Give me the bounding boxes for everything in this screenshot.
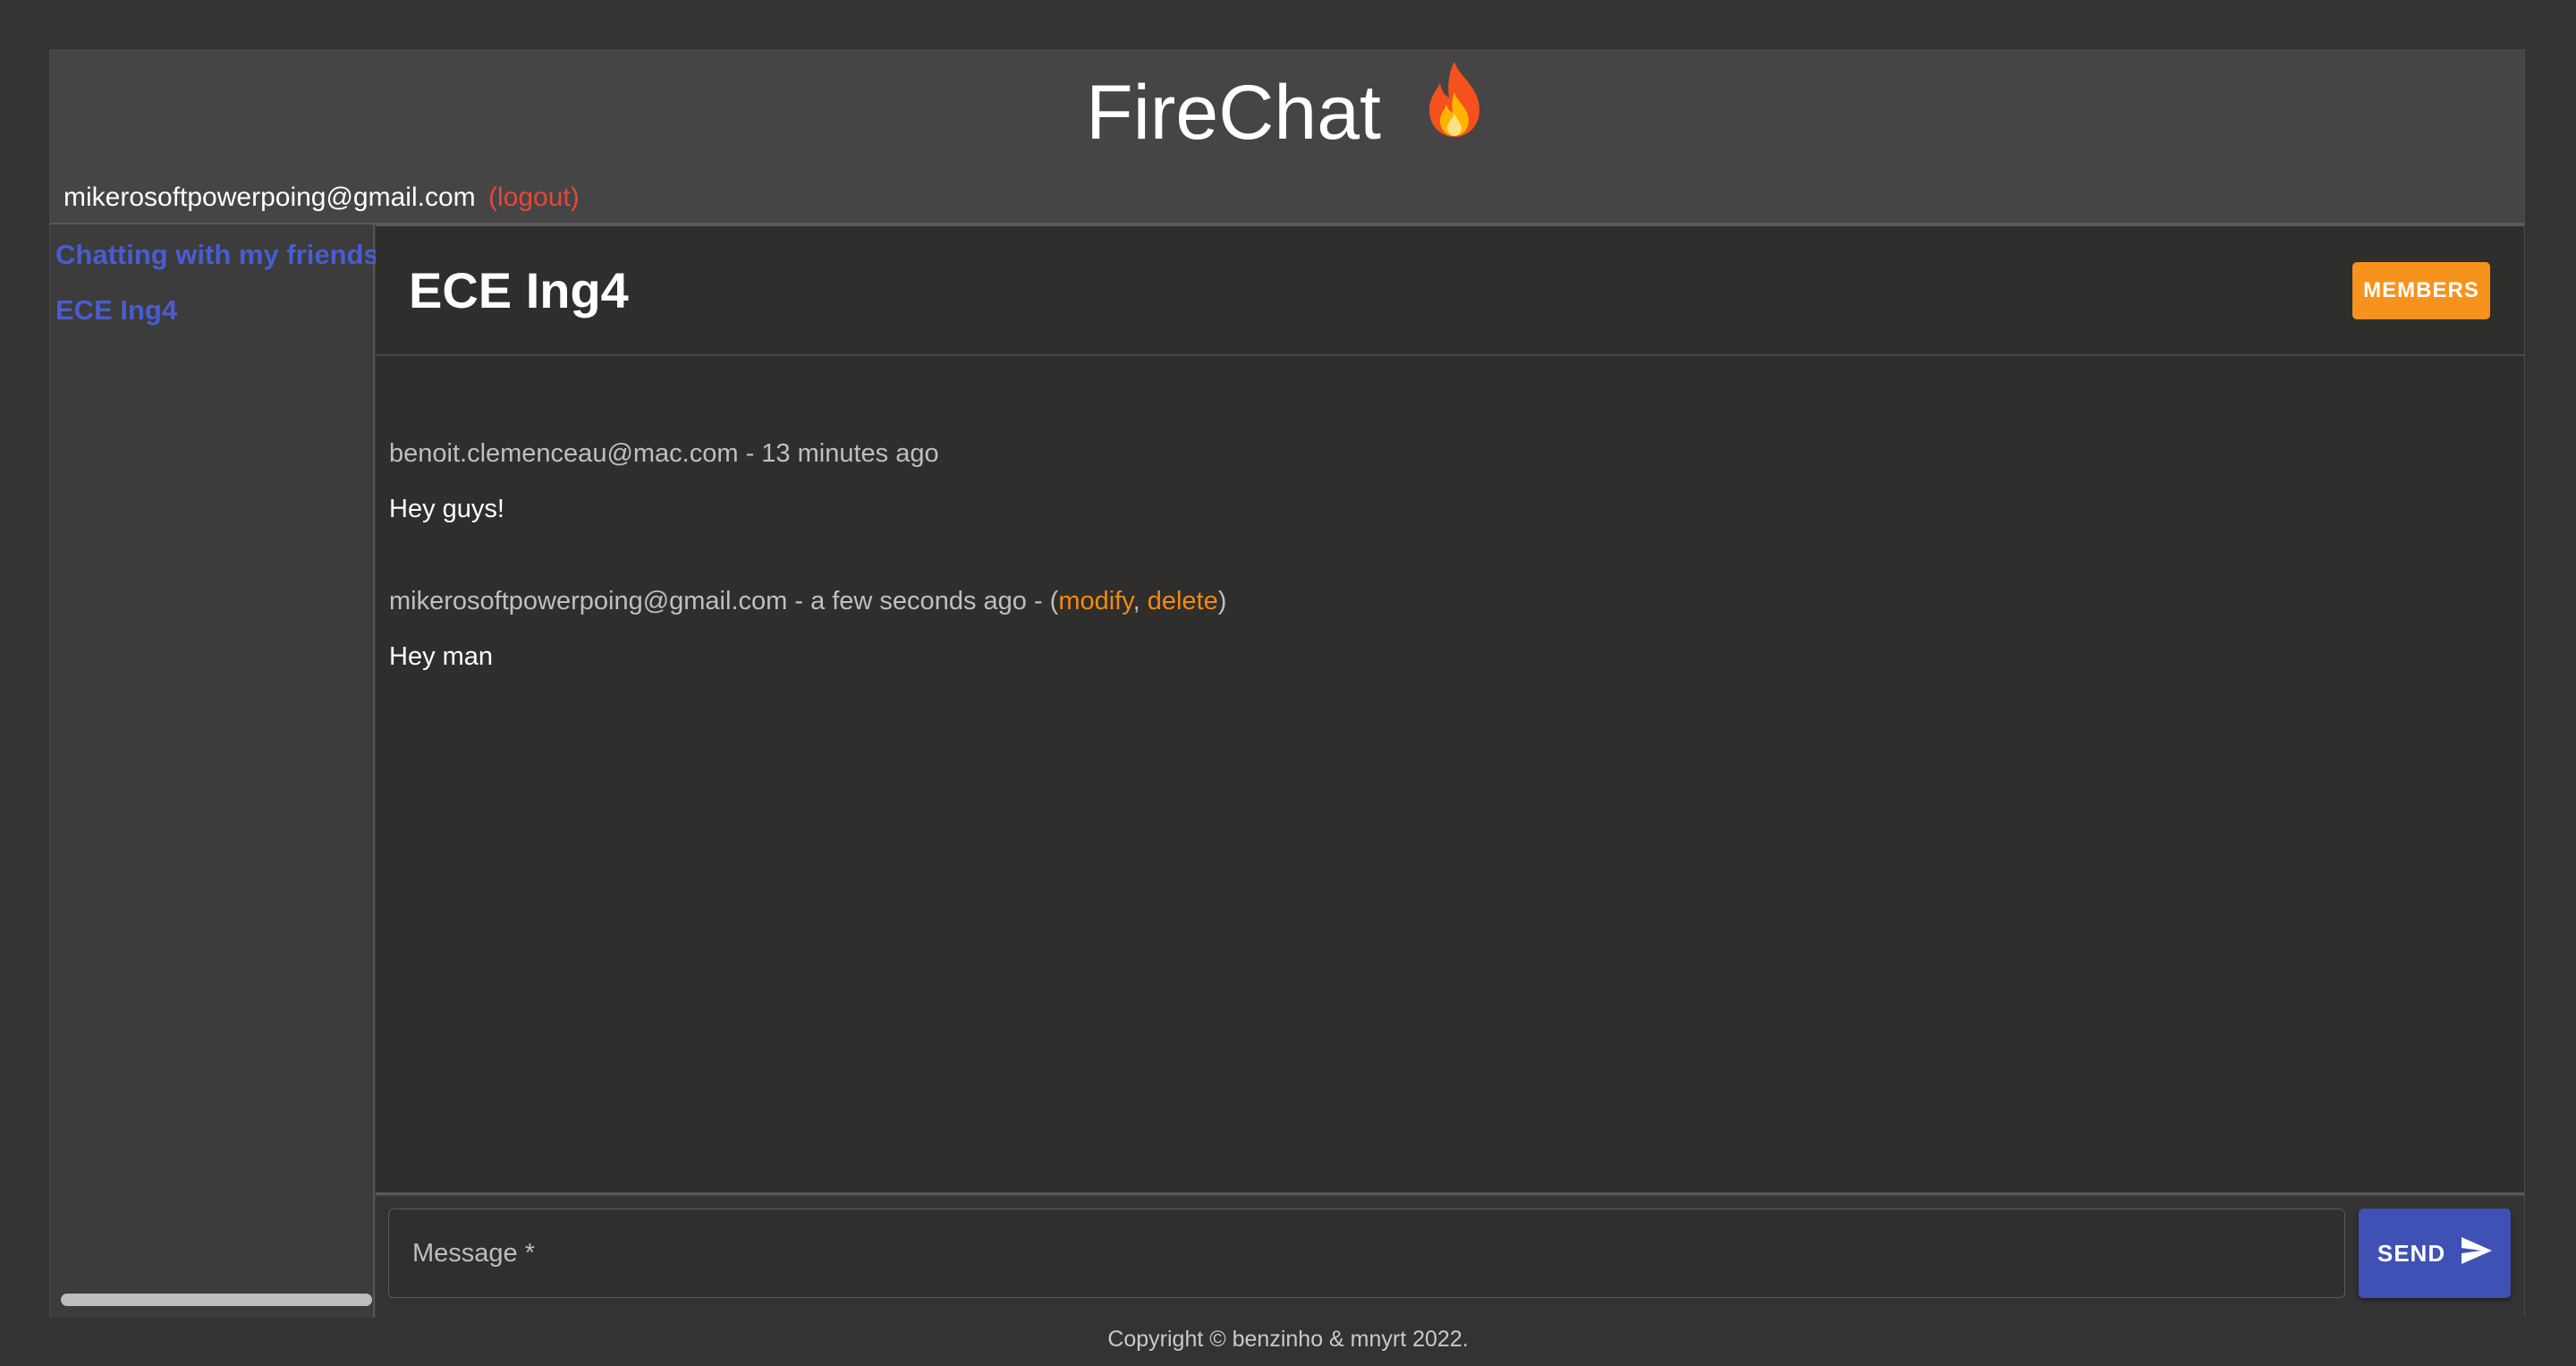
app-title: FireChat	[50, 59, 2524, 174]
app-header: FireChat mikerosoftpowerpoing@gmail.com …	[50, 50, 2524, 225]
message-composer: SEND	[376, 1197, 2524, 1318]
message-time: 13 minutes ago	[761, 439, 939, 468]
user-info: mikerosoftpowerpoing@gmail.com (logout)	[64, 180, 580, 216]
message-input[interactable]	[389, 1209, 2344, 1297]
message-field[interactable]	[388, 1209, 2345, 1298]
channel-header: ECE Ing4 MEMBERS	[376, 226, 2524, 356]
chat-panel: ECE Ing4 MEMBERS benoit.clemenceau@mac.c…	[376, 225, 2524, 1195]
footer-copyright: Copyright © benzinho & mnyrt 2022.	[1107, 1327, 1469, 1352]
modify-link[interactable]: modify	[1058, 587, 1132, 615]
message-author: mikerosoftpowerpoing@gmail.com	[389, 587, 788, 615]
message-text: Hey guys!	[389, 495, 504, 523]
delete-link[interactable]: delete	[1148, 587, 1218, 615]
message-time: a few seconds ago	[810, 587, 1027, 615]
message-meta: mikerosoftpowerpoing@gmail.com - a few s…	[389, 587, 1227, 615]
logout-link[interactable]: (logout)	[488, 182, 580, 212]
channel-sidebar: Chatting with my friends ECE Ing4	[50, 225, 379, 1318]
message-text: Hey man	[389, 642, 494, 671]
members-button[interactable]: MEMBERS	[2352, 262, 2490, 319]
sidebar-item-chatting-with-my-friends[interactable]: Chatting with my friends	[55, 237, 379, 273]
sidebar-item-ece-ing4[interactable]: ECE Ing4	[55, 293, 177, 328]
app-title-text: FireChat	[1086, 70, 1381, 156]
message-author: benoit.clemenceau@mac.com	[389, 439, 739, 468]
message-meta: benoit.clemenceau@mac.com - 13 minutes a…	[389, 439, 939, 468]
send-icon	[2462, 1236, 2493, 1270]
fire-icon	[1420, 58, 1488, 168]
send-label: SEND	[2377, 1239, 2446, 1267]
user-email: mikerosoftpowerpoing@gmail.com	[64, 182, 476, 212]
app-window: FireChat mikerosoftpowerpoing@gmail.com …	[49, 49, 2525, 1318]
channel-title: ECE Ing4	[409, 262, 629, 318]
sidebar-scrollbar[interactable]	[61, 1294, 372, 1306]
send-button[interactable]: SEND	[2359, 1209, 2511, 1298]
